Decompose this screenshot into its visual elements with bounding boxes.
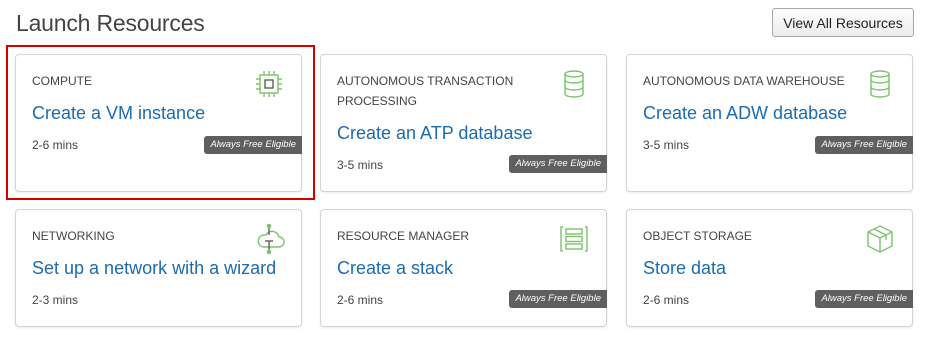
card-category: OBJECT STORAGE [643,229,752,243]
card-action-link[interactable]: Create a VM instance [32,103,205,124]
card-action-link[interactable]: Create an ATP database [337,123,532,144]
chip-icon [253,68,285,100]
card-compute[interactable]: COMPUTE Create a VM instance 2-6 mins Al… [15,54,302,192]
stack-icon [558,223,590,255]
card-duration: 2-6 mins [337,293,384,307]
card-duration: 2-6 mins [32,138,79,152]
card-category: RESOURCE MANAGER [337,229,470,243]
card-duration: 3-5 mins [337,158,384,172]
card-duration: 2-3 mins [32,293,79,307]
card-duration: 3-5 mins [643,138,690,152]
card-action-link[interactable]: Create a stack [337,258,453,279]
card-category: AUTONOMOUS DATA WAREHOUSE [643,74,845,88]
database-icon [864,68,896,100]
always-free-badge: Always Free Eligible [204,136,302,154]
card-networking[interactable]: NETWORKING Set up a network with a wizar… [15,209,302,327]
page-title: Launch Resources [16,10,205,36]
always-free-badge: Always Free Eligible [509,155,607,173]
card-atp[interactable]: AUTONOMOUS TRANSACTION PROCESSING Create… [320,54,607,192]
database-icon [558,68,590,100]
view-all-resources-button[interactable]: View All Resources [772,8,914,37]
card-duration: 2-6 mins [643,293,690,307]
card-action-link[interactable]: Store data [643,258,726,279]
card-action-link[interactable]: Set up a network with a wizard [32,258,276,279]
always-free-badge: Always Free Eligible [815,136,913,154]
card-adw[interactable]: AUTONOMOUS DATA WAREHOUSE Create an ADW … [626,54,913,192]
card-object-storage[interactable]: OBJECT STORAGE Store data 2-6 mins Alway… [626,209,913,327]
always-free-badge: Always Free Eligible [815,290,913,308]
card-resource-manager[interactable]: RESOURCE MANAGER Create a stack 2-6 mins… [320,209,607,327]
network-cloud-icon [253,223,285,255]
card-category: NETWORKING [32,229,115,243]
card-category: AUTONOMOUS TRANSACTION PROCESSING [337,74,514,108]
card-action-link[interactable]: Create an ADW database [643,103,847,124]
box-icon [864,223,896,255]
always-free-badge: Always Free Eligible [509,290,607,308]
card-category: COMPUTE [32,74,92,88]
